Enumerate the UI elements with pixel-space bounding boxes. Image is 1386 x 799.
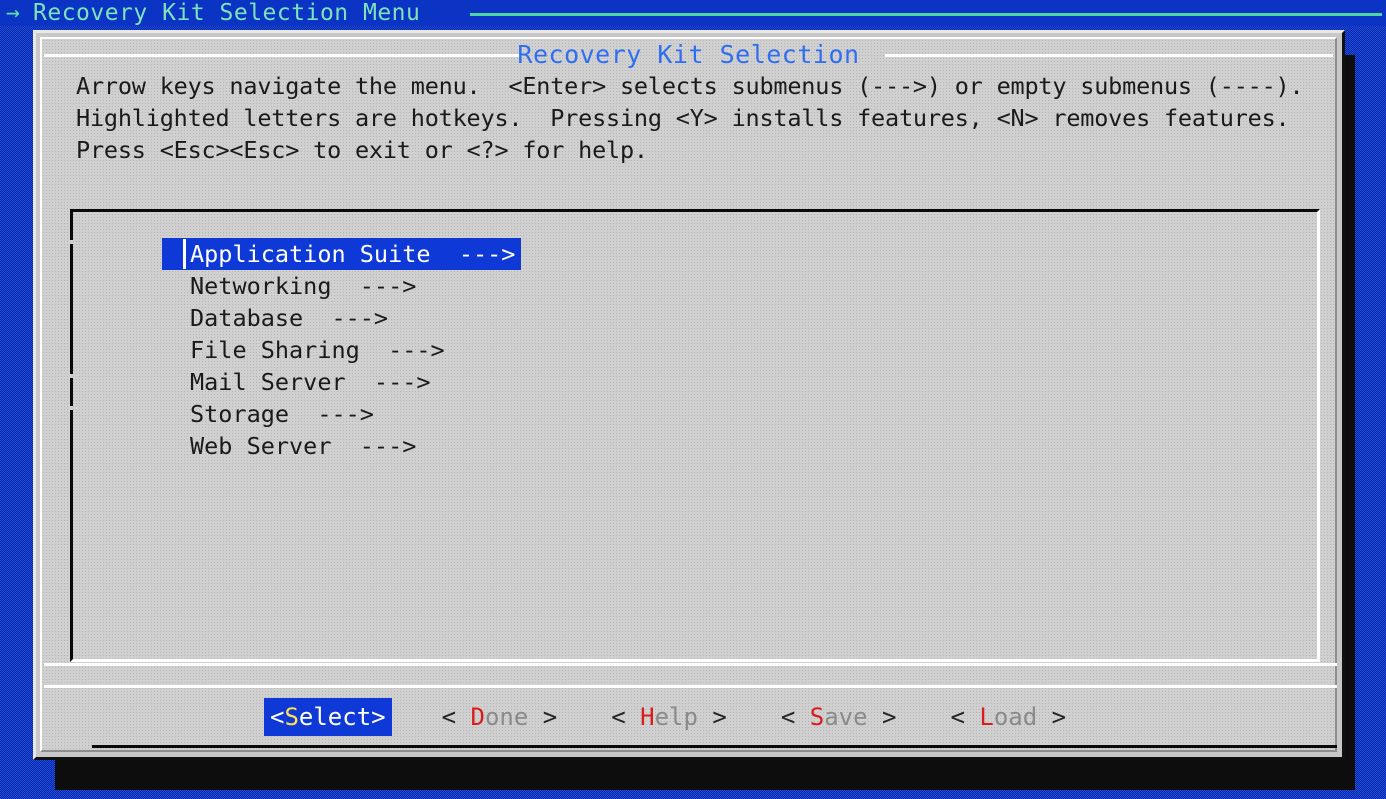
menu-item-database[interactable]: Database ---> <box>73 302 1317 334</box>
menu-list-box: Application Suite ---> Networking ---> Dat… <box>70 209 1320 662</box>
load-button-close-bracket: > <box>1037 703 1067 731</box>
done-button-label: one <box>484 703 529 731</box>
load-button[interactable]: < Load > <box>946 698 1070 736</box>
load-button-label: oad <box>993 703 1038 731</box>
menu-item-web[interactable]: Web Server ---> <box>73 430 1317 462</box>
menu-item-application[interactable]: Application Suite ---> <box>73 238 1317 270</box>
dialog-title: Recovery Kit Selection <box>517 40 860 69</box>
done-button-open-bracket: < <box>441 703 471 731</box>
menu-item-label: Web Server ---> <box>190 432 417 460</box>
right-arrow-icon: → <box>6 0 20 26</box>
menu-item-mail[interactable]: Mail Server ---> <box>73 366 1317 398</box>
top-menu-bar-rule <box>470 13 1382 16</box>
help-button-close-bracket: > <box>697 703 727 731</box>
menu-item-networking[interactable]: Networking ---> <box>73 270 1317 302</box>
top-menu-bar-title: Recovery Kit Selection Menu <box>33 0 421 26</box>
recovery-kit-dialog: Recovery Kit Selection Arrow keys naviga… <box>33 30 1345 760</box>
save-button-label: ave <box>824 703 868 731</box>
help-button[interactable]: < Help > <box>607 698 731 736</box>
menu-item-file[interactable]: File Sharing ---> <box>73 334 1317 366</box>
dialog-bottom-rule <box>92 745 1337 748</box>
load-button-hotkey: L <box>979 703 994 731</box>
select-button[interactable]: <Select> <box>264 698 392 736</box>
dialog-help-text: Arrow keys navigate the menu. <Enter> se… <box>76 72 1332 164</box>
top-menu-bar: → Recovery Kit Selection Menu <box>0 0 1386 26</box>
button-row: <Select> < Done > < Help > < Save > < Load > <box>42 694 1335 740</box>
menu-item-label: File Sharing ---> <box>190 336 445 364</box>
menu-cursor-bar <box>183 239 186 269</box>
save-button-open-bracket: < <box>780 703 810 731</box>
menu-item-label: Storage ---> <box>190 400 374 428</box>
select-button-hotkey: S <box>284 703 299 731</box>
menu-item-label: Application Suite ---> <box>190 240 516 268</box>
menu-item-label: Mail Server ---> <box>190 368 431 396</box>
menu-list: Application Suite ---> Networking ---> Dat… <box>73 238 1317 462</box>
save-button-close-bracket: > <box>867 703 897 731</box>
select-button-open-bracket: < <box>270 703 285 731</box>
help-button-hotkey: H <box>640 703 655 731</box>
save-button-hotkey: S <box>809 703 825 731</box>
done-button-close-bracket: > <box>528 703 558 731</box>
select-button-label: elect <box>298 703 372 731</box>
done-button-hotkey: D <box>470 703 485 731</box>
help-button-label: elp <box>654 703 698 731</box>
button-row-separator-top <box>44 663 1337 666</box>
save-button[interactable]: < Save > <box>777 698 901 736</box>
dialog-inner-panel: Recovery Kit Selection Arrow keys naviga… <box>40 37 1337 752</box>
menu-item-label: Database ---> <box>190 304 389 332</box>
menu-item-storage[interactable]: Storage ---> <box>73 398 1317 430</box>
menu-item-label: Networking ---> <box>190 272 417 300</box>
select-button-close-bracket: > <box>371 703 386 731</box>
done-button[interactable]: < Done > <box>438 698 562 736</box>
load-button-open-bracket: < <box>950 703 980 731</box>
help-button-open-bracket: < <box>611 703 641 731</box>
button-row-separator-bottom <box>44 685 1337 688</box>
